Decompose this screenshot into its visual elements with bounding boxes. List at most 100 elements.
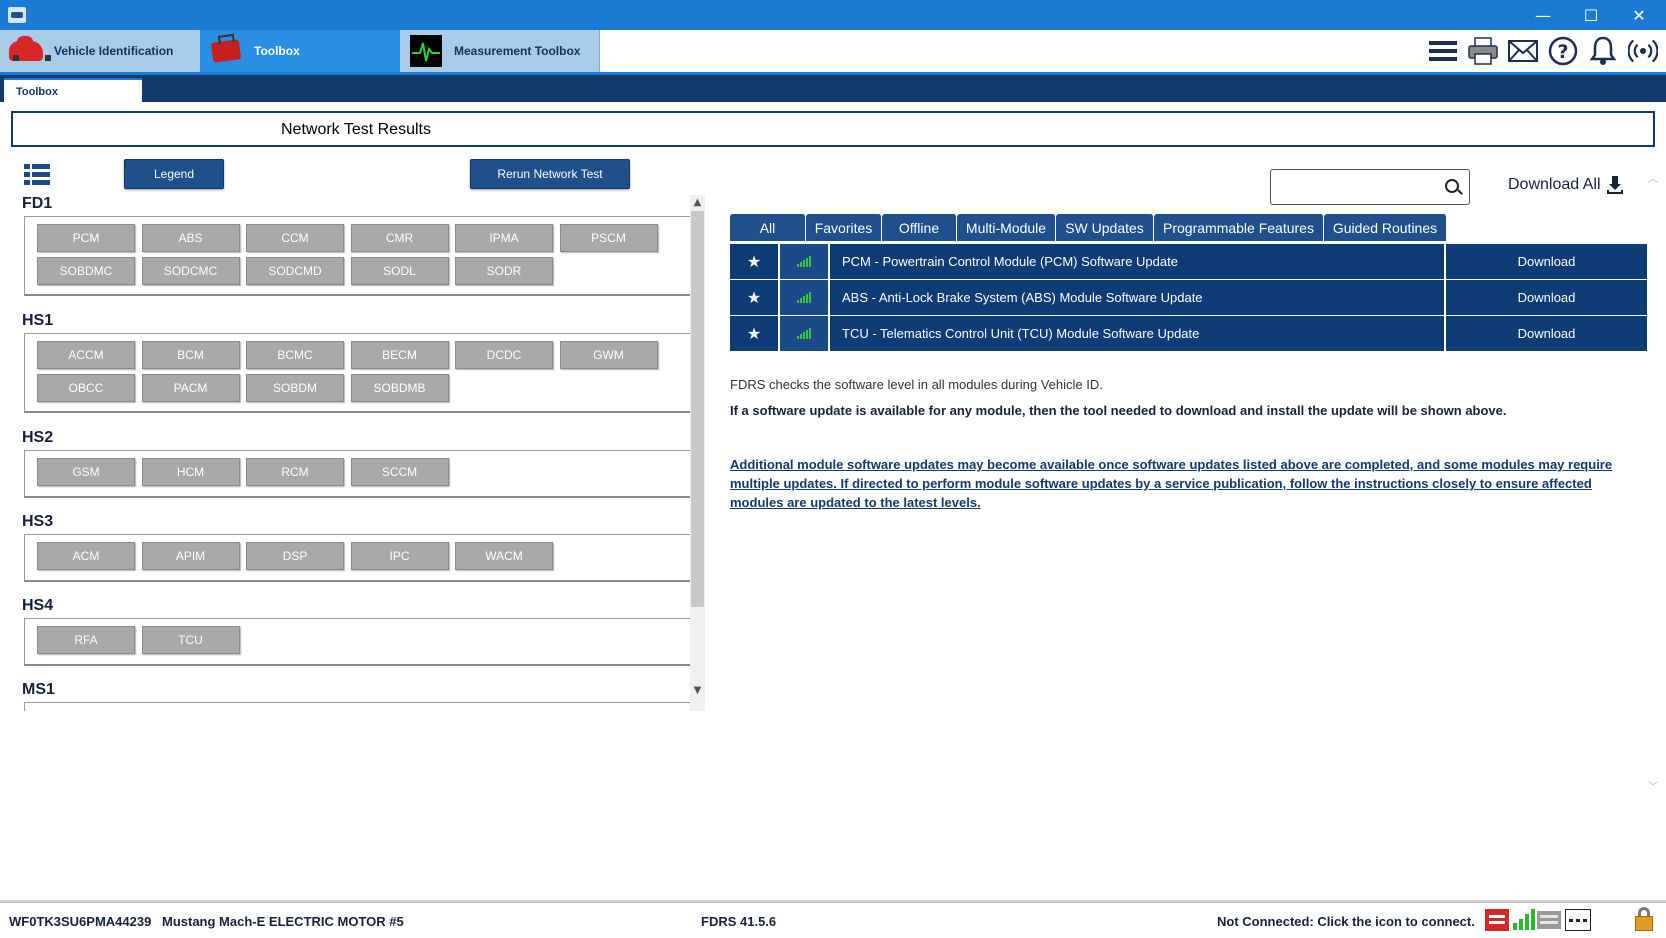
tab-measurement-toolbox[interactable]: Measurement Toolbox bbox=[400, 30, 600, 72]
app-logo-icon bbox=[8, 7, 26, 23]
vehicle-text: Mustang Mach-E ELECTRIC MOTOR #5 bbox=[162, 914, 404, 929]
module-button[interactable]: PACM bbox=[141, 374, 240, 402]
rerun-network-test-button[interactable]: Rerun Network Test bbox=[470, 159, 630, 189]
module-button[interactable]: SOBDMB bbox=[350, 374, 449, 402]
download-all-button[interactable]: Download All bbox=[1508, 176, 1623, 194]
search-input[interactable] bbox=[1277, 176, 1437, 198]
search-field[interactable] bbox=[1270, 169, 1470, 205]
tab-toolbox[interactable]: Toolbox bbox=[200, 30, 400, 72]
module-button[interactable]: APIM bbox=[141, 542, 240, 570]
network-group-box: RFA TCU bbox=[24, 618, 691, 666]
scrollbar-thumb[interactable] bbox=[691, 211, 704, 607]
module-button[interactable]: SODL bbox=[350, 257, 449, 285]
modules-scrollbar[interactable]: ▲ ▼ bbox=[690, 195, 705, 711]
module-button[interactable]: SCCM bbox=[350, 458, 449, 486]
update-name: PCM - Powertrain Control Module (PCM) So… bbox=[842, 254, 1178, 269]
download-icon bbox=[1606, 176, 1623, 194]
module-button[interactable]: SODCMD bbox=[246, 257, 344, 285]
filter-tab-programmable-features[interactable]: Programmable Features bbox=[1154, 214, 1324, 241]
update-name: ABS - Anti-Lock Brake System (ABS) Modul… bbox=[842, 290, 1203, 305]
tab-label: Measurement Toolbox bbox=[454, 44, 581, 58]
module-button[interactable]: SOBDMC bbox=[37, 257, 135, 285]
download-button[interactable]: Download bbox=[1446, 316, 1647, 351]
module-button[interactable]: CMR bbox=[350, 224, 449, 252]
module-button[interactable]: OBCC bbox=[37, 374, 135, 402]
module-button[interactable]: ACM bbox=[37, 542, 135, 570]
help-icon[interactable]: ? bbox=[1548, 36, 1578, 66]
module-button[interactable]: ACCM bbox=[37, 341, 135, 369]
info-link[interactable]: Additional module software updates may b… bbox=[730, 455, 1640, 512]
minimize-button[interactable]: — bbox=[1520, 0, 1566, 30]
lock-icon[interactable] bbox=[1634, 906, 1654, 932]
network-group-label: HS2 bbox=[22, 429, 54, 446]
mail-icon[interactable] bbox=[1508, 36, 1538, 66]
module-button[interactable]: IPMA bbox=[455, 224, 553, 252]
connection-status[interactable]: Not Connected: Click the icon to connect… bbox=[1217, 914, 1475, 929]
module-button[interactable]: SODCMC bbox=[141, 257, 240, 285]
module-button[interactable]: ABS bbox=[141, 224, 240, 252]
toolbar-icons: ? bbox=[1428, 30, 1658, 72]
main-nav: Vehicle Identification Toolbox Measureme… bbox=[0, 30, 1666, 72]
table-row[interactable]: ★ ABS - Anti-Lock Brake System (ABS) Mod… bbox=[730, 280, 1647, 315]
vin-text: WF0TK3SU6PMA44239 bbox=[9, 914, 152, 929]
module-button[interactable]: DSP bbox=[246, 542, 344, 570]
close-button[interactable]: ✕ bbox=[1616, 0, 1662, 30]
vci-gray-icon[interactable] bbox=[1537, 909, 1561, 931]
table-row[interactable]: ★ TCU - Telematics Control Unit (TCU) Mo… bbox=[730, 316, 1647, 351]
module-button[interactable]: DCDC bbox=[455, 341, 553, 369]
filter-tab-offline[interactable]: Offline bbox=[882, 214, 957, 241]
filter-tab-all[interactable]: All bbox=[730, 214, 806, 241]
download-button[interactable]: Download bbox=[1446, 280, 1647, 315]
dash-icon[interactable] bbox=[1565, 909, 1591, 931]
maximize-button[interactable]: ☐ bbox=[1568, 0, 1614, 30]
wireless-icon[interactable] bbox=[1628, 36, 1658, 66]
network-group-label: HS3 bbox=[22, 513, 54, 530]
filter-tab-sw-updates[interactable]: SW Updates bbox=[1056, 214, 1154, 241]
module-button[interactable]: TCU bbox=[141, 626, 240, 654]
module-button[interactable]: SOBDM bbox=[246, 374, 344, 402]
filter-tab-favorites[interactable]: Favorites bbox=[806, 214, 882, 241]
module-button[interactable]: PSCM bbox=[559, 224, 658, 252]
printer-icon[interactable] bbox=[1468, 36, 1498, 66]
module-button[interactable]: WACM bbox=[455, 542, 553, 570]
filter-tab-multi-module[interactable]: Multi-Module bbox=[957, 214, 1056, 241]
module-button[interactable]: SODR bbox=[455, 257, 553, 285]
bell-icon[interactable] bbox=[1588, 36, 1618, 66]
menu-icon[interactable] bbox=[1428, 36, 1458, 66]
update-name: TCU - Telematics Control Unit (TCU) Modu… bbox=[842, 326, 1200, 341]
network-group-label: FD1 bbox=[22, 195, 53, 212]
network-group-label: MS1 bbox=[22, 681, 55, 698]
favorite-star-icon[interactable]: ★ bbox=[730, 316, 778, 351]
module-button[interactable]: IPC bbox=[350, 542, 449, 570]
oscilloscope-icon bbox=[408, 35, 444, 67]
module-button[interactable]: PCM bbox=[37, 224, 135, 252]
module-button[interactable]: CCM bbox=[246, 224, 344, 252]
search-icon[interactable] bbox=[1445, 179, 1459, 193]
module-button[interactable]: BCM bbox=[141, 341, 240, 369]
module-button[interactable]: GSM bbox=[37, 458, 135, 486]
list-view-icon[interactable] bbox=[24, 164, 50, 186]
table-row[interactable]: ★ PCM - Powertrain Control Module (PCM) … bbox=[730, 244, 1647, 279]
scroll-down-icon[interactable]: ﹀ bbox=[1645, 778, 1661, 793]
scroll-up-icon[interactable]: ▲ bbox=[690, 195, 705, 209]
subtab-toolbox[interactable]: Toolbox bbox=[4, 78, 142, 102]
module-button[interactable]: GWM bbox=[559, 341, 658, 369]
favorite-star-icon[interactable]: ★ bbox=[730, 244, 778, 279]
signal-green-icon[interactable] bbox=[1511, 909, 1535, 931]
page-scrollbar[interactable]: ︿ ﹀ bbox=[1645, 170, 1661, 794]
module-button[interactable]: BECM bbox=[350, 341, 449, 369]
vci-red-icon[interactable] bbox=[1485, 909, 1509, 931]
module-button[interactable]: RCM bbox=[246, 458, 344, 486]
filter-tab-guided-routines[interactable]: Guided Routines bbox=[1324, 214, 1447, 241]
signal-icon bbox=[780, 316, 828, 351]
favorite-star-icon[interactable]: ★ bbox=[730, 280, 778, 315]
module-button[interactable]: BCMC bbox=[246, 341, 344, 369]
scroll-up-icon[interactable]: ︿ bbox=[1645, 170, 1661, 185]
legend-button[interactable]: Legend bbox=[124, 159, 224, 189]
module-button[interactable]: RFA bbox=[37, 626, 135, 654]
scroll-down-icon[interactable]: ▼ bbox=[690, 683, 705, 697]
module-button[interactable]: HCM bbox=[141, 458, 240, 486]
download-button[interactable]: Download bbox=[1446, 244, 1647, 279]
tab-vehicle-identification[interactable]: Vehicle Identification bbox=[0, 30, 200, 72]
network-group-box: GSM HCM RCM SCCM bbox=[24, 450, 691, 498]
